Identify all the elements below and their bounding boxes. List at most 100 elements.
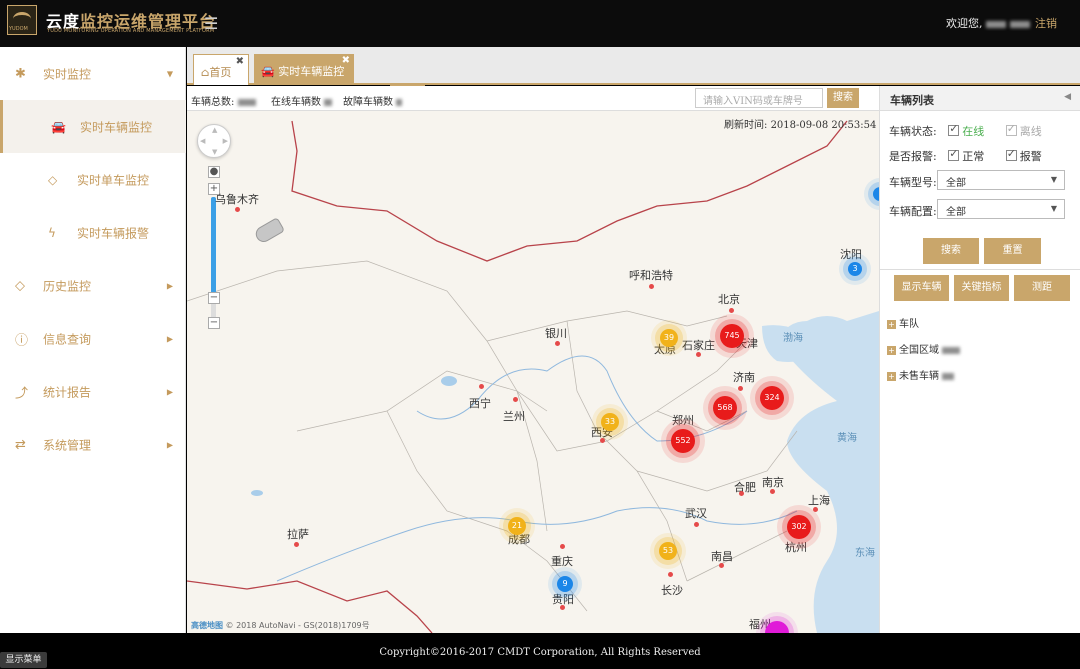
zoom-out-button[interactable]: − [208,317,220,329]
city-dot [770,489,775,494]
normal-checkbox[interactable]: 正常 [948,147,984,163]
sidebar-item-history[interactable]: ◇ 历史监控 ▶ [0,259,186,312]
city-label: 银川 [545,327,567,340]
sidebar-item-info-query[interactable]: ⓘ 信息查询 ▶ [0,312,186,365]
exchange-icon: ⇄ [15,437,26,452]
panel-reset-button[interactable]: 重置 [984,238,1041,264]
sidebar-item-realtime-vehicle[interactable]: 🚘 实时车辆监控 [0,100,186,153]
compass-control[interactable]: ▲ ▼ ◀ ▶ [197,124,231,158]
map-view[interactable]: ▲ ▼ ◀ ▶ ● + − − 刷新时间: 2018-09-08 20:53:54 … [187,111,879,633]
city-label: 合肥 [734,481,756,494]
sidebar-item-label: 历史监控 [43,279,92,293]
vehicle-cluster[interactable]: 302 [787,515,811,539]
city-dot [813,507,818,512]
welcome-text: 欢迎您, [946,15,1030,31]
caret-down-icon: ▼ [166,69,173,78]
city-dot [649,284,654,289]
city-dot [694,522,699,527]
measure-button[interactable]: 测距 [1014,275,1070,301]
city-label: 西宁 [469,397,491,410]
caret-right-icon: ▶ [166,281,173,290]
config-select[interactable]: 全部 ▼ [937,199,1065,219]
sidebar-item-system[interactable]: ⇄ 系统管理 ▶ [0,418,186,471]
tree-node-national-region[interactable]: + 全国区域 [887,341,961,356]
vehicle-cluster[interactable]: 21 [508,517,526,535]
eye-icon: ◇ [48,172,58,187]
sidebar-item-label: 实时监控 [43,67,92,81]
check-icon [948,147,960,161]
city-label: 沈阳 [840,248,862,261]
city-dot [668,572,673,577]
alarm-checkbox[interactable]: 报警 [1005,147,1042,163]
city-label: 杭州 [785,541,807,554]
vehicle-cluster[interactable]: 324 [760,386,784,410]
online-checkbox[interactable]: 在线 [948,122,984,138]
vehicle-cluster[interactable]: 33 [601,413,619,431]
sidebar-item-statistics[interactable]: ⤴ 统计报告 ▶ [0,365,186,418]
car-icon: 🚘 [51,119,66,134]
sidebar-item-label: 统计报告 [43,385,92,399]
vehicle-cluster[interactable]: 53 [659,542,677,560]
city-dot [479,384,484,389]
sidebar-item-single-vehicle[interactable]: ◇ 实时单车监控 [0,153,186,206]
city-dot [600,438,605,443]
key-metrics-button[interactable]: 关键指标 [954,275,1009,301]
city-label: 南昌 [711,550,733,563]
caret-down-icon: ▼ [1050,175,1057,184]
footer: Copyright©2016-2017 CMDT Corporation, Al… [0,633,1080,669]
model-label: 车辆型号: [889,176,937,189]
sidebar-item-realtime-monitoring[interactable]: ✱ 实时监控 ▼ [0,47,186,100]
zoom-slider[interactable] [211,197,216,297]
vehicle-cluster[interactable]: 568 [713,396,737,420]
city-label: 郑州 [672,414,694,427]
city-dot [560,605,565,610]
vehicle-cluster[interactable]: 3 [848,262,862,276]
map-attribution: 高德地图 © 2018 AutoNavi - GS(2018)1709号 [191,621,370,630]
vehicle-cluster[interactable]: 9 [557,576,573,592]
vehicle-cluster[interactable]: 39 [660,329,678,347]
city-dot [739,491,744,496]
city-label: 上海 [808,494,830,507]
car-icon: 🚘 [261,65,279,78]
collapse-icon[interactable]: ◀ [1064,92,1071,102]
sidebar-item-label: 实时车辆报警 [77,226,150,240]
tab-realtime-vehicle[interactable]: 🚘 实时车辆监控 ✖ [254,54,354,85]
zoom-handle[interactable]: − [208,292,220,304]
check-icon [948,122,960,136]
logo-text: YUDOM [9,26,28,32]
sidebar-item-vehicle-alarm[interactable]: ϟ 实时车辆报警 [0,206,186,259]
map-basemap [187,111,879,633]
panel-search-button[interactable]: 搜索 [923,238,979,264]
map-search-button[interactable]: 搜索 [827,88,859,108]
eye-icon: ◇ [15,278,25,293]
panel-title: 车辆列表 [890,94,934,107]
sidebar-item-label: 实时车辆监控 [80,120,153,134]
tree-node-fleet[interactable]: + 车队 [887,315,919,330]
panel-divider [880,269,1080,270]
city-dot [696,352,701,357]
vehicle-list-panel: 车辆列表 ◀ 车辆状态: 在线 离线 是否报警: 正常 报警 车辆型号: 全部▼… [879,86,1080,633]
show-menu-button[interactable]: 显示菜单 [0,652,47,668]
vehicle-cluster[interactable]: 552 [671,429,695,453]
sidebar-item-label: 信息查询 [43,332,92,346]
vin-search-input[interactable]: 请输入VIN码或车牌号 [695,88,823,108]
total-vehicles-stat: 车辆总数: [191,93,256,108]
zoom-reset-icon[interactable]: ● [208,166,220,178]
close-icon[interactable]: ✖ [236,56,244,67]
show-vehicles-button[interactable]: 显示车辆 [894,275,949,301]
model-select[interactable]: 全部 ▼ [937,170,1065,190]
city-dot [513,397,518,402]
city-label: 武汉 [685,507,707,520]
hamburger-icon[interactable]: ☰ [204,14,218,33]
vehicle-status-filter: 车辆状态: 在线 离线 [889,122,1042,139]
tab-home[interactable]: ⌂首页 ✖ [193,54,249,85]
expand-icon: + [887,346,896,355]
sidebar-item-label: 实时单车监控 [77,173,150,187]
logout-link[interactable]: 注销 [1035,15,1057,31]
top-header: YUDOM 云度监控运维管理平台 YUDU MONITORING OPERATI… [0,0,1080,47]
offline-checkbox[interactable]: 离线 [1005,122,1042,138]
close-icon[interactable]: ✖ [342,55,350,66]
city-dot [555,341,560,346]
vehicle-cluster[interactable]: 745 [720,324,744,348]
tree-node-unsold[interactable]: + 未售车辆 [887,367,955,382]
